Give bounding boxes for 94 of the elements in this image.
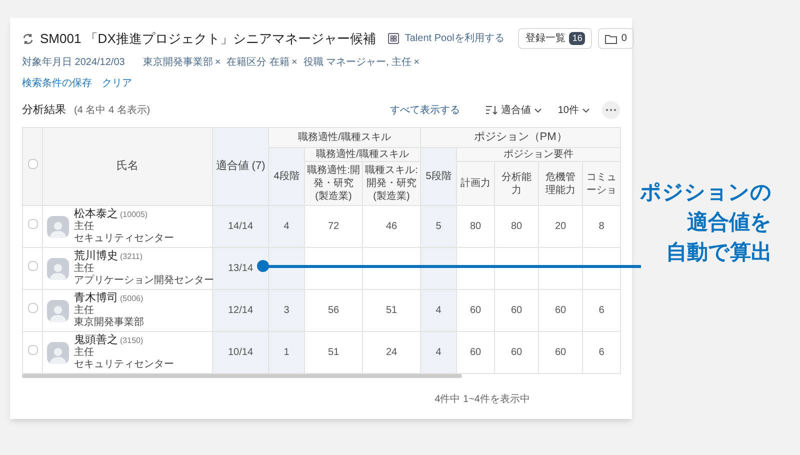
sort-dropdown[interactable]: 適合値: [486, 102, 542, 118]
table-cell: 56: [304, 290, 362, 332]
employee-id: (5006): [120, 293, 144, 305]
checkbox[interactable]: [28, 345, 38, 355]
column-header: 職種スキル:開発・研究(製造業): [362, 162, 420, 206]
table-cell: 1: [268, 332, 304, 374]
remove-filter-button[interactable]: ×: [414, 55, 420, 70]
table-cell: 12/14: [228, 305, 254, 316]
filter-chip-label: 東京開発事業部: [142, 56, 213, 70]
checkbox[interactable]: [28, 261, 38, 271]
table-cell: 60: [538, 290, 582, 332]
avatar-placeholder: [47, 216, 69, 238]
table-cell: 80: [494, 206, 538, 248]
sort-icon: [486, 105, 498, 115]
show-all-link[interactable]: すべて表示する: [390, 102, 460, 118]
column-header: 氏名: [42, 128, 212, 206]
group-header: 職務適性/職種スキル: [268, 128, 420, 148]
section-title: 分析結果: [22, 102, 66, 118]
date-label: 対象年月日 2024/12/03: [22, 56, 125, 70]
pagination-info: 4件中 1~4件を表示中: [434, 392, 530, 407]
refresh-icon[interactable]: [22, 32, 34, 44]
department: アプリケーション開発センター: [74, 275, 214, 287]
callout-text: 自動で算出: [666, 240, 772, 266]
person-name: 荒川博史: [74, 250, 118, 262]
chevron-down-icon: [534, 108, 542, 112]
table-cell: 60: [456, 290, 494, 332]
folder-icon: [605, 34, 618, 44]
employee-id: (10005): [120, 209, 148, 221]
checkbox[interactable]: [28, 159, 38, 169]
table-cell: 80: [456, 206, 494, 248]
avatar-placeholder: [47, 300, 69, 322]
remove-filter-button[interactable]: ×: [291, 55, 298, 70]
talent-pool-link[interactable]: Talent Poolを利用する: [404, 31, 504, 46]
table-cell: 4: [420, 290, 456, 332]
person-name: 鬼頭善之: [74, 334, 118, 346]
job-title: 主任: [74, 221, 95, 233]
employee-id: (3211): [120, 251, 143, 263]
column-header: 5段階: [420, 148, 456, 206]
callout-text: 適合値を: [687, 210, 772, 236]
column-header: 職務適性:開発・研究(製造業): [304, 162, 362, 206]
folder-button[interactable]: 0: [598, 28, 634, 49]
table-cell: 60: [494, 290, 538, 332]
table-cell: 6: [582, 332, 621, 374]
group-header: ポジション（PM）: [420, 128, 621, 148]
department: 東京開発事業部: [74, 317, 144, 329]
group-header: 職務適性/職種スキル: [304, 148, 420, 162]
result-count: (4 名中 4 名表示): [74, 104, 150, 118]
table-cell: 5: [420, 206, 456, 248]
job-title: 主任: [74, 263, 95, 274]
filter-chip-label: 役職 マネージャー, 主任: [303, 56, 412, 70]
remove-filter-button[interactable]: ×: [214, 55, 221, 70]
filter-chip-label: 在籍区分 在籍: [226, 56, 290, 70]
checkbox[interactable]: [28, 303, 38, 313]
registered-list-button[interactable]: 登録一覧 16: [518, 28, 592, 49]
employee-id: (3150): [120, 335, 144, 347]
count-badge: 16: [569, 32, 586, 46]
table-cell: 13/14: [228, 263, 254, 274]
checkbox[interactable]: [28, 219, 38, 229]
grid-icon: [388, 33, 399, 44]
table-cell: 4: [420, 332, 456, 374]
department: セキュリティセンター: [74, 359, 174, 371]
horizontal-scrollbar[interactable]: [22, 374, 462, 378]
avatar-placeholder: [47, 258, 69, 280]
table-cell: 8: [582, 206, 621, 248]
table-cell: 60: [494, 332, 538, 374]
column-header: 危機管理能力: [538, 162, 582, 206]
column-header: 適合値 (7): [212, 128, 268, 206]
group-header: ポジション要件: [456, 148, 621, 162]
chevron-down-icon: [582, 108, 590, 112]
callout-text: ポジションの: [640, 180, 772, 206]
table-cell: 72: [304, 206, 362, 248]
table-cell: 3: [268, 290, 304, 332]
page-size-dropdown[interactable]: 10件: [558, 102, 590, 118]
text-link[interactable]: クリア: [102, 76, 132, 91]
person-name: 松本泰之: [74, 208, 118, 220]
table-cell: 60: [538, 332, 582, 374]
column-header: 計画力: [456, 162, 494, 206]
department: セキュリティセンター: [74, 233, 174, 245]
table-cell: 4: [268, 206, 304, 248]
table-cell: 14/14: [228, 221, 254, 232]
table-cell: 10/14: [228, 347, 254, 358]
more-button[interactable]: [602, 101, 620, 119]
text-link[interactable]: 検索条件の保存: [22, 76, 92, 91]
person-name: 青木博司: [74, 292, 118, 304]
avatar-placeholder: [47, 342, 69, 364]
table-cell: 20: [538, 206, 582, 248]
table-cell: 60: [456, 332, 494, 374]
page-title: SM001 「DX推進プロジェクト」シニアマネージャー候補: [40, 30, 376, 48]
job-title: 主任: [74, 305, 95, 316]
column-header: 分析能力: [494, 162, 538, 206]
column-header: コミューショ: [582, 162, 621, 206]
column-header: 4段階: [268, 148, 304, 206]
job-title: 主任: [74, 347, 95, 359]
table-cell: 6: [582, 290, 621, 332]
